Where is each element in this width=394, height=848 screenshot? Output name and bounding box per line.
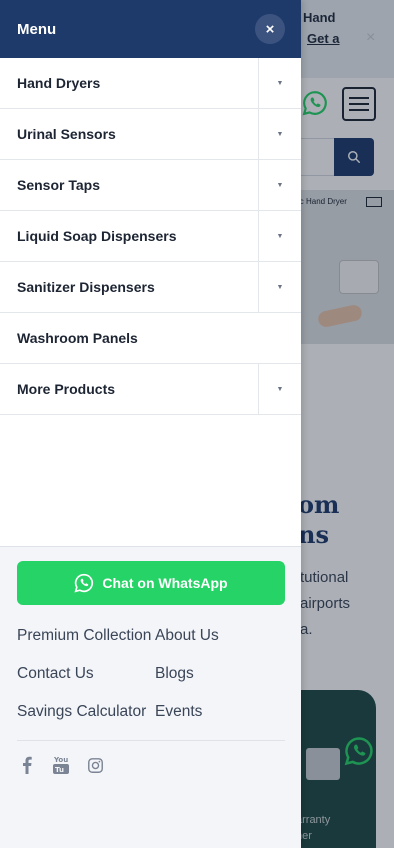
footer-link-about-us[interactable]: About Us bbox=[155, 623, 285, 648]
footer-link-blogs[interactable]: Blogs bbox=[155, 661, 285, 686]
footer-link-contact-us[interactable]: Contact Us bbox=[17, 661, 155, 686]
menu-item-label: Washroom Panels bbox=[17, 330, 138, 346]
footer-link-savings-calculator[interactable]: Savings Calculator bbox=[17, 699, 155, 724]
menu-item-label: More Products bbox=[17, 381, 116, 397]
submenu-toggle-chevron-down-icon[interactable]: ▼ bbox=[258, 57, 301, 109]
instagram-icon[interactable] bbox=[85, 755, 105, 775]
menu-item-label: Liquid Soap Dispensers bbox=[17, 228, 177, 244]
svg-text:Tu: Tu bbox=[55, 766, 64, 774]
youtube-icon[interactable]: You Tu bbox=[51, 755, 71, 775]
menu-item-washroom-panels[interactable]: Washroom Panels bbox=[0, 313, 301, 364]
menu-item-urinal-sensors[interactable]: Urinal Sensors ▼ bbox=[0, 108, 301, 160]
svg-text:You: You bbox=[53, 756, 68, 764]
menu-item-label: Sanitizer Dispensers bbox=[17, 279, 155, 295]
submenu-toggle-chevron-down-icon[interactable]: ▼ bbox=[258, 261, 301, 313]
menu-item-sanitizer-dispensers[interactable]: Sanitizer Dispensers ▼ bbox=[0, 261, 301, 313]
footer-links: Premium Collection About Us Contact Us B… bbox=[17, 623, 285, 724]
whatsapp-button-label: Chat on WhatsApp bbox=[102, 575, 228, 591]
drawer-header: Menu × bbox=[0, 0, 301, 58]
footer-link-premium-collection[interactable]: Premium Collection bbox=[17, 623, 155, 648]
submenu-toggle-chevron-down-icon[interactable]: ▼ bbox=[258, 210, 301, 262]
menu-item-hand-dryers[interactable]: Hand Dryers ▼ bbox=[0, 57, 301, 109]
drawer-title: Menu bbox=[17, 20, 57, 38]
chat-on-whatsapp-button[interactable]: Chat on WhatsApp bbox=[17, 561, 285, 605]
menu-item-label: Sensor Taps bbox=[17, 177, 100, 193]
footer-divider bbox=[17, 740, 285, 741]
menu-item-sensor-taps[interactable]: Sensor Taps ▼ bbox=[0, 159, 301, 211]
submenu-toggle-chevron-down-icon[interactable]: ▼ bbox=[258, 108, 301, 160]
social-links: You Tu bbox=[17, 755, 285, 775]
facebook-icon[interactable] bbox=[17, 755, 37, 775]
submenu-toggle-chevron-down-icon[interactable]: ▼ bbox=[258, 159, 301, 211]
whatsapp-icon bbox=[74, 573, 94, 593]
menu-item-liquid-soap-dispensers[interactable]: Liquid Soap Dispensers ▼ bbox=[0, 210, 301, 262]
menu-list: Hand Dryers ▼ Urinal Sensors ▼ Sensor Ta… bbox=[0, 57, 301, 415]
menu-item-label: Hand Dryers bbox=[17, 75, 101, 91]
menu-item-label: Urinal Sensors bbox=[17, 126, 116, 142]
mobile-menu-drawer: Menu × Hand Dryers ▼ Urinal Sensors ▼ Se… bbox=[0, 0, 301, 848]
footer-link-events[interactable]: Events bbox=[155, 699, 285, 724]
submenu-toggle-chevron-down-icon[interactable]: ▼ bbox=[258, 363, 301, 415]
close-menu-button[interactable]: × bbox=[255, 14, 285, 44]
drawer-footer: Chat on WhatsApp Premium Collection Abou… bbox=[0, 546, 301, 848]
menu-item-more-products[interactable]: More Products ▼ bbox=[0, 363, 301, 415]
